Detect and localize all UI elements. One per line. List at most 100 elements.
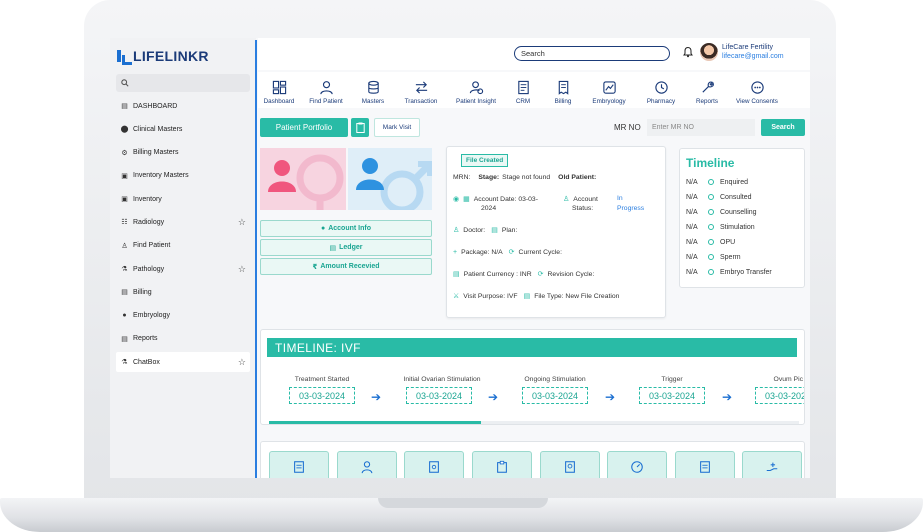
avatar[interactable]: [700, 43, 718, 61]
module-tile[interactable]: [540, 451, 600, 478]
stage-date[interactable]: 03-03-2024: [406, 387, 472, 404]
mr-no-input[interactable]: Enter MR NO: [647, 119, 755, 136]
gauge-icon: [631, 461, 643, 473]
nav-patient-insight[interactable]: Patient Insight: [448, 72, 504, 108]
stage-label: Ovum Pic: [773, 376, 803, 383]
flask-icon: ⚗: [121, 359, 128, 367]
currency-label: Patient Currency : INR: [463, 270, 532, 278]
male-icon: [356, 158, 432, 210]
nav-label: Transaction: [404, 98, 438, 105]
star-icon[interactable]: ☆: [238, 264, 246, 275]
nav-transaction[interactable]: Transaction: [394, 72, 448, 108]
mrn-label: MRN:: [453, 174, 471, 181]
nav-view-consents[interactable]: View Consents: [726, 72, 788, 108]
stage-date[interactable]: 03-03-2024: [755, 387, 804, 404]
embryology-icon: [602, 81, 616, 94]
account-date-year: 2024: [481, 205, 497, 212]
clipboard-icon: ▤: [491, 227, 498, 234]
amount-received-button[interactable]: ₹ Amount Recevied: [260, 258, 432, 275]
doctor-label: Doctor:: [463, 226, 486, 234]
currency-field: ▤ Patient Currency : INR ⟳ Revision Cycl…: [453, 270, 594, 279]
ledger-button[interactable]: ▤ Ledger: [260, 239, 432, 256]
timeline-status: N/A: [686, 208, 698, 216]
male-patient-image: [348, 148, 432, 210]
mr-no-label: MR NO: [614, 123, 641, 132]
patient-portfolio-button[interactable]: Patient Portfolio: [260, 118, 348, 137]
module-tile[interactable]: [675, 451, 735, 478]
nav-masters[interactable]: Masters: [352, 72, 394, 108]
sidebar-item-billing[interactable]: ▤ Billing: [116, 282, 250, 302]
nav-label: Patient Insight: [456, 98, 496, 105]
module-tile[interactable]: [337, 451, 397, 478]
sidebar-item-label: Radiology: [133, 218, 165, 226]
timeline-row: N/A Consulted: [686, 192, 752, 202]
account-info-button[interactable]: ● Account Info: [260, 220, 432, 237]
sidebar-item-inventory[interactable]: ▣ Inventory: [116, 189, 250, 209]
nav-pharmacy[interactable]: Pharmacy: [634, 72, 688, 108]
account-status-value: In: [617, 195, 623, 202]
account-date-label: Account Date: 03-03-: [473, 195, 538, 203]
ivf-scrollbar[interactable]: [269, 421, 799, 424]
logo-icon: [116, 49, 132, 65]
ivf-scrollbar-thumb[interactable]: [269, 421, 481, 424]
flask-icon: ●: [122, 312, 127, 320]
nav-crm[interactable]: CRM: [504, 72, 542, 108]
star-icon[interactable]: ☆: [238, 357, 246, 368]
ivf-timeline-card: TIMELINE: IVF Treatment Started 03-03-20…: [260, 329, 805, 425]
stage-value: Stage not found: [502, 174, 551, 181]
nav-reports[interactable]: Reports: [688, 72, 726, 108]
sidebar-item-dashboard[interactable]: ▤ DASHBOARD: [116, 96, 250, 116]
stage-date[interactable]: 03-03-2024: [522, 387, 588, 404]
consent-icon: [750, 81, 764, 94]
module-tile[interactable]: [472, 451, 532, 478]
module-tile[interactable]: [404, 451, 464, 478]
search-button[interactable]: Search: [761, 119, 805, 136]
clipboard-button[interactable]: [351, 118, 369, 137]
sidebar-item-inventory-masters[interactable]: ▣ Inventory Masters: [116, 166, 250, 186]
module-tile[interactable]: [607, 451, 667, 478]
timeline-label: Embryo Transfer: [720, 268, 772, 276]
nav-dashboard[interactable]: Dashboard: [258, 72, 300, 108]
sidebar-item-radiology[interactable]: ☷ Radiology ☆: [116, 212, 250, 232]
brand-logo[interactable]: LIFELINKR: [116, 48, 209, 65]
sidebar: LIFELINKR ▤ DASHBOARD ⬤ Clinical Masters ⚙…: [110, 38, 256, 478]
stage-date[interactable]: 03-03-2024: [289, 387, 355, 404]
timeline-title: Timeline: [686, 156, 735, 170]
bell-icon[interactable]: [682, 46, 694, 58]
timeline-label: Sperm: [720, 253, 741, 261]
module-tile[interactable]: [742, 451, 802, 478]
package-label: Package: N/A: [461, 248, 503, 256]
star-icon[interactable]: ☆: [238, 217, 246, 228]
nav-embryology[interactable]: Embryology: [584, 72, 634, 108]
sidebar-item-label: ChatBox: [133, 358, 160, 366]
dashboard-icon: [272, 80, 286, 95]
timeline-row: N/A Enquired: [686, 177, 748, 187]
stage-label: Stage:: [478, 174, 500, 181]
timeline-dot: [708, 224, 714, 230]
stage-date[interactable]: 03-03-2024: [639, 387, 705, 404]
gear-icon: ⚙: [121, 149, 128, 157]
module-tile[interactable]: [269, 451, 329, 478]
sidebar-item-clinical-masters[interactable]: ⬤ Clinical Masters: [116, 119, 250, 139]
location-icon: ◉: [453, 196, 460, 203]
transfer-icon: [415, 81, 427, 94]
header-search-input[interactable]: Search: [514, 46, 670, 61]
rupee-icon: ₹: [312, 263, 318, 271]
doctor-icon: [361, 461, 373, 474]
sidebar-item-chatbox[interactable]: ⚗ ChatBox ☆: [116, 352, 250, 373]
sidebar-search[interactable]: [116, 74, 250, 92]
sidebar-item-pathology[interactable]: ⚗ Pathology ☆: [116, 259, 250, 279]
timeline-label: Stimulation: [720, 223, 755, 231]
arrow-right-icon: ➔: [371, 390, 382, 404]
sidebar-item-billing-masters[interactable]: ⚙ Billing Masters: [116, 143, 250, 163]
sidebar-item-reports[interactable]: ▤ Reports: [116, 329, 250, 349]
old-patient-label: Old Patient:: [558, 174, 597, 181]
mark-visit-button[interactable]: Mark Visit: [374, 118, 420, 137]
nav-billing[interactable]: Billing: [542, 72, 584, 108]
mrn-field: MRN: Stage: Stage not found Old Patient:: [453, 174, 599, 181]
sidebar-item-find-patient[interactable]: ♙ Find Patient: [116, 236, 250, 256]
sidebar-menu: ▤ DASHBOARD ⬤ Clinical Masters ⚙ Billing Ma…: [116, 96, 250, 376]
nav-label: Pharmacy: [646, 98, 676, 105]
sidebar-item-embryology[interactable]: ● Embryology: [116, 306, 250, 326]
nav-find-patient[interactable]: Find Patient: [300, 72, 352, 108]
